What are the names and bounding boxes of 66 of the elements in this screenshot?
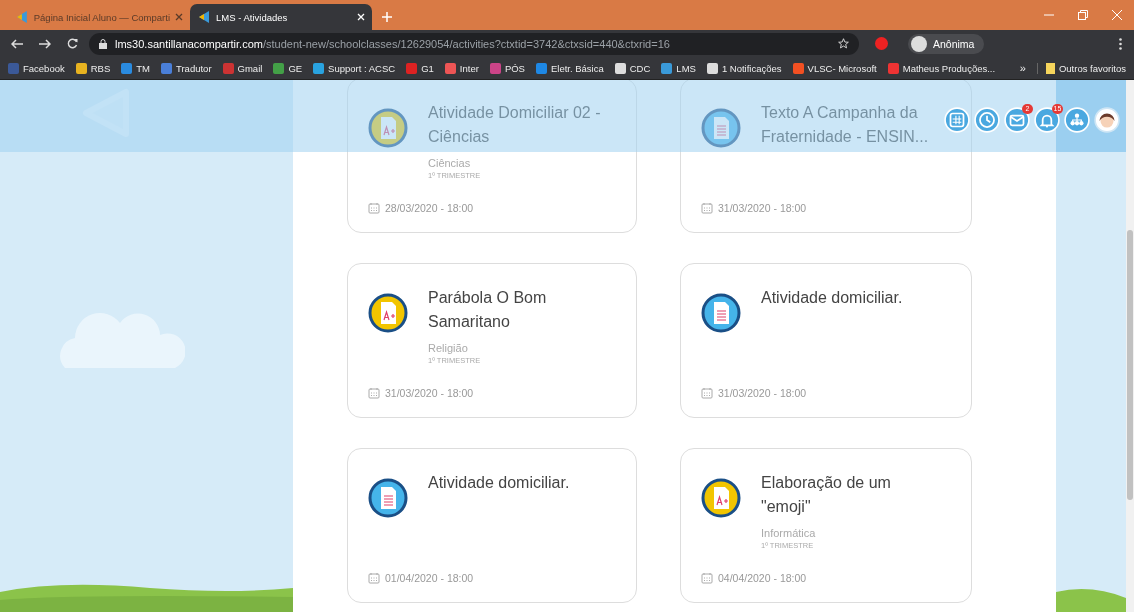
profile-button[interactable]: Anônima — [908, 33, 985, 54]
more-bookmarks-button[interactable]: » — [1019, 62, 1026, 74]
bookmark[interactable]: LMS — [661, 62, 696, 74]
bookmark[interactable]: Facebook — [8, 62, 65, 74]
bookmark[interactable]: G1 — [406, 62, 434, 74]
site-logo-icon — [197, 10, 211, 24]
browser-tab[interactable]: LMS - Atividades — [190, 4, 372, 30]
url-text: lms30.santillanacompartir.com/student-new/schoolclasses/12629054/activities?ctxtid=3742&ctxsid=440&ctxrid=16 — [115, 37, 671, 50]
clock-icon[interactable] — [974, 107, 1000, 133]
calendar-icon — [368, 572, 380, 584]
due-date: 04/04/2020 - 18:00 — [718, 572, 807, 584]
calendar-icon — [701, 572, 713, 584]
bookmark[interactable]: 1 Notificações — [706, 62, 782, 74]
bookmark[interactable]: TM — [121, 62, 150, 74]
other-bookmarks-folder[interactable]: Outros favoritos — [1036, 62, 1126, 74]
back-arrow-icon[interactable] — [11, 38, 23, 49]
activity-title[interactable]: Atividade domiciliar. — [428, 471, 570, 495]
activity-title[interactable]: Elaboração de um "emoji" — [761, 471, 936, 519]
bookmark[interactable]: Gmail — [222, 62, 263, 74]
subject-label: Ciências — [428, 157, 472, 169]
address-bar[interactable]: lms30.santillanacompartir.com/student-new/schoolclasses/12629054/activities?ctxtid=3742&ctxsid=440&ctxrid=16 — [89, 32, 859, 55]
calendar-icon — [368, 387, 380, 399]
activity-title[interactable]: Parábola O Bom Samaritano — [428, 286, 603, 334]
tab-title: LMS - Atividades — [216, 11, 289, 23]
menu-icon[interactable] — [1119, 37, 1122, 50]
due-date: 01/04/2020 - 18:00 — [385, 572, 474, 584]
calendar-icon — [368, 202, 380, 214]
extension-icon[interactable] — [875, 37, 888, 50]
new-tab-icon[interactable] — [382, 12, 392, 22]
lock-icon — [99, 38, 107, 49]
bookmark[interactable]: GE — [273, 62, 303, 74]
due-date: 31/03/2020 - 18:00 — [385, 387, 474, 399]
close-icon[interactable] — [1112, 10, 1122, 20]
star-icon[interactable] — [838, 38, 849, 49]
subject-label: Informática — [761, 527, 817, 539]
reload-icon[interactable] — [67, 38, 78, 49]
bookmark[interactable]: VLSC- Microsoft — [792, 62, 877, 74]
graded-assignment-icon — [368, 108, 408, 148]
calendar-icon — [701, 387, 713, 399]
scrollbar[interactable] — [1126, 80, 1134, 612]
due-date: 31/03/2020 - 18:00 — [718, 202, 807, 214]
site-logo-icon — [15, 10, 29, 24]
avatar-icon[interactable] — [1094, 107, 1120, 133]
forward-arrow-icon[interactable] — [39, 38, 51, 49]
bookmark[interactable]: Support : ACSC — [313, 62, 396, 74]
calendar-icon[interactable] — [944, 107, 970, 133]
graded-assignment-icon — [368, 293, 408, 333]
bookmark[interactable]: Inter — [444, 62, 479, 74]
bookmark[interactable]: PÓS — [489, 62, 525, 74]
subject-label: Religião — [428, 342, 469, 354]
document-icon — [701, 293, 741, 333]
bookmark[interactable]: Eletr. Básica — [535, 62, 604, 74]
grass-drawing — [1056, 588, 1126, 612]
graded-assignment-icon — [701, 478, 741, 518]
calendar-icon — [701, 202, 713, 214]
bookmark[interactable]: Tradutor — [161, 62, 212, 74]
document-icon — [368, 478, 408, 518]
tab-title: Página Inicial Aluno — Comparti — [33, 11, 170, 23]
bookmark[interactable]: RBS — [75, 62, 111, 74]
maximize-icon[interactable] — [1078, 10, 1088, 20]
document-icon — [701, 108, 741, 148]
bookmark[interactable]: CDC — [614, 62, 651, 74]
due-date: 28/03/2020 - 18:00 — [385, 202, 474, 214]
due-date: 31/03/2020 - 18:00 — [718, 387, 807, 399]
activity-title[interactable]: Atividade domiciliar. — [761, 286, 903, 310]
bookmark[interactable]: Matheus Produções... — [887, 62, 996, 74]
